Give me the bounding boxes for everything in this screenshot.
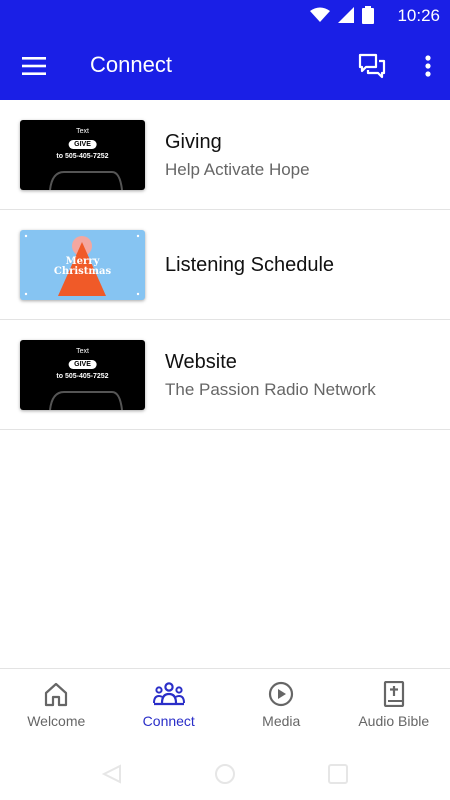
nav-item-audio-bible[interactable]: Audio Bible bbox=[338, 669, 450, 750]
wifi-icon bbox=[310, 7, 330, 22]
item-title: Website bbox=[165, 350, 237, 373]
item-title: Giving bbox=[165, 130, 222, 153]
website-thumbnail: Text GIVE to 505-405-7252 bbox=[20, 340, 145, 410]
more-vertical-icon[interactable] bbox=[416, 48, 440, 84]
system-navigation-bar bbox=[0, 750, 450, 800]
nav-label: Media bbox=[262, 713, 301, 729]
list-item-website[interactable]: Text GIVE to 505-405-7252 Website The Pa… bbox=[0, 320, 450, 430]
connect-list: Text GIVE to 505-405-7252 Giving Help Ac… bbox=[0, 100, 450, 430]
status-bar: 10:26 bbox=[0, 0, 450, 32]
item-subtitle: Help Activate Hope bbox=[165, 159, 310, 179]
bible-icon bbox=[383, 681, 404, 707]
listening-schedule-thumbnail: Merry Christmas bbox=[20, 230, 145, 300]
item-subtitle: The Passion Radio Network bbox=[165, 379, 376, 399]
chat-icon[interactable] bbox=[354, 48, 390, 84]
nav-item-welcome[interactable]: Welcome bbox=[0, 669, 113, 750]
bottom-navigation: Welcome Connect Media Audio Bible bbox=[0, 668, 450, 750]
home-icon bbox=[45, 682, 68, 707]
list-item-listening-schedule[interactable]: Merry Christmas Listening Schedule bbox=[0, 210, 450, 320]
status-time: 10:26 bbox=[397, 6, 440, 25]
nav-label: Connect bbox=[142, 713, 195, 729]
giving-thumbnail: Text GIVE to 505-405-7252 bbox=[20, 120, 145, 190]
nav-label: Welcome bbox=[27, 713, 86, 729]
recents-icon[interactable] bbox=[326, 762, 350, 786]
nav-item-connect[interactable]: Connect bbox=[113, 669, 226, 750]
list-item-giving[interactable]: Text GIVE to 505-405-7252 Giving Help Ac… bbox=[0, 100, 450, 210]
thumb-christmas-text: Christmas bbox=[53, 266, 112, 277]
status-icons bbox=[310, 6, 374, 24]
battery-icon bbox=[362, 6, 374, 24]
home-button-icon[interactable] bbox=[213, 762, 237, 786]
signal-icon bbox=[338, 7, 354, 23]
item-title: Listening Schedule bbox=[165, 253, 335, 276]
app-bar: Connect bbox=[0, 32, 450, 100]
hamburger-menu-icon[interactable] bbox=[16, 48, 52, 84]
page-title: Connect bbox=[90, 52, 172, 77]
nav-item-media[interactable]: Media bbox=[225, 669, 338, 750]
play-icon bbox=[269, 681, 294, 707]
people-icon bbox=[152, 682, 185, 706]
back-icon[interactable] bbox=[100, 762, 124, 786]
nav-label: Audio Bible bbox=[358, 713, 430, 729]
